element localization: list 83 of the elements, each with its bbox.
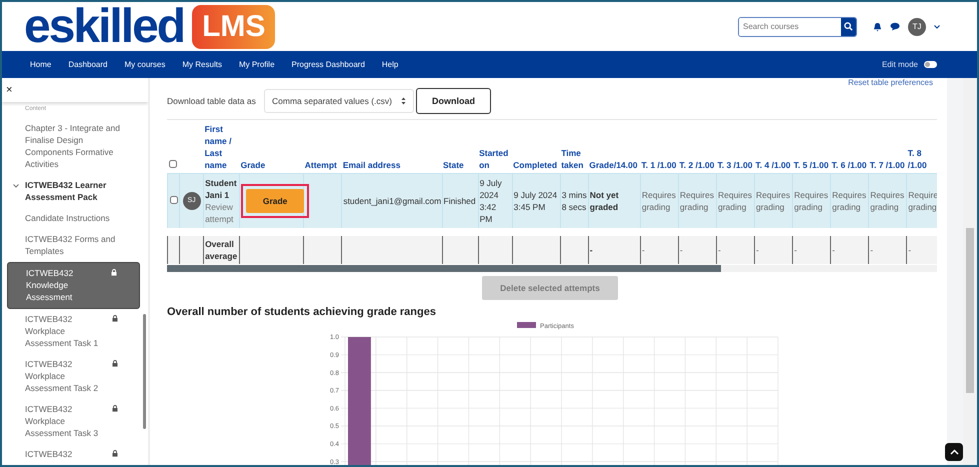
- column-header[interactable]: T. 8 /1.00: [908, 147, 936, 171]
- logo-wordmark: eskilled: [24, 2, 184, 50]
- column-header[interactable]: Attempt: [304, 159, 341, 171]
- sidebar-item[interactable]: ICTWEB432: [7, 444, 140, 465]
- time-taken-cell: 3 mins 8 secs: [562, 190, 587, 212]
- column-header[interactable]: T. 1 /1.00: [641, 159, 678, 171]
- average-mark-cell-text: -: [756, 244, 760, 256]
- grade-button[interactable]: Grade: [246, 189, 304, 213]
- column-header[interactable]: T. 5 /1.00: [794, 159, 830, 171]
- student-name[interactable]: Student Jani 1: [205, 177, 238, 201]
- column-header[interactable]: Time taken: [561, 147, 588, 171]
- chat-icon[interactable]: [890, 22, 900, 31]
- bell-icon[interactable]: [873, 22, 882, 32]
- caret-icon[interactable]: [934, 24, 940, 28]
- lock-icon: [112, 315, 118, 322]
- sidebar-item[interactable]: ICTWEB432 Knowledge Assessment: [7, 262, 140, 309]
- lock-icon: [111, 269, 117, 276]
- edit-mode-toggle[interactable]: [924, 61, 937, 68]
- average-mark-cell-text: -: [642, 244, 646, 256]
- column-header[interactable]: Started on: [479, 147, 512, 171]
- back-to-top-button[interactable]: [945, 443, 963, 461]
- completed-cell: 9 July 2024 3:45 PM: [514, 190, 558, 212]
- download-label: Download table data as: [167, 96, 257, 106]
- download-button[interactable]: Download: [416, 88, 491, 114]
- sidebar-item[interactable]: ICTWEB432 Workplace Assessment Task 3: [7, 399, 140, 444]
- average-mark-cell-text: -: [908, 244, 912, 256]
- nav-link[interactable]: Progress Dashboard: [292, 60, 365, 69]
- column-header[interactable]: State: [443, 159, 478, 171]
- average-mark-cell-text: -: [870, 244, 874, 256]
- horizontal-scrollbar[interactable]: [167, 265, 937, 272]
- email-cell: student_jani1@gmail.com: [343, 196, 442, 206]
- select-arrows-icon: [401, 97, 406, 105]
- chevron-up-icon: [950, 449, 958, 455]
- column-header[interactable]: First name / Last name: [204, 123, 239, 171]
- sidebar-item[interactable]: Candidate Instructions: [7, 208, 140, 229]
- sidebar-section[interactable]: ICTWEB432 Learner Assessment Pack: [7, 175, 140, 208]
- search-icon: [844, 22, 853, 31]
- nav-link[interactable]: Home: [30, 60, 52, 69]
- sidebar-item[interactable]: ICTWEB432 Workplace Assessment Task 1: [7, 309, 140, 354]
- search-button[interactable]: [841, 18, 856, 36]
- sidebar-item[interactable]: ICTWEB432 Forms and Templates: [7, 229, 140, 262]
- average-grade-cell: -: [590, 245, 593, 255]
- close-icon[interactable]: ×: [6, 84, 12, 96]
- average-mark-cell-text: -: [794, 244, 798, 256]
- nav-link[interactable]: Dashboard: [68, 60, 108, 69]
- overall-average-label: Overall average: [205, 239, 238, 261]
- reset-preferences-link[interactable]: Reset table preferences: [848, 78, 933, 87]
- average-mark-cell-text: -: [832, 244, 836, 256]
- state-cell: Finished: [444, 196, 476, 206]
- column-header[interactable]: T. 2 /1.00: [679, 159, 716, 171]
- average-mark-cell-text: -: [718, 244, 722, 256]
- column-header[interactable]: T. 6 /1.00: [832, 159, 868, 171]
- column-header[interactable]: T. 3 /1.00: [717, 159, 754, 171]
- lock-icon: [112, 360, 118, 367]
- chevron-icon: [13, 184, 19, 188]
- lock-icon: [112, 450, 118, 457]
- column-header[interactable]: Grade/14.00: [589, 159, 640, 171]
- sidebar-scrollbar[interactable]: [143, 314, 146, 429]
- edit-mode-label: Edit mode: [882, 60, 918, 69]
- format-select[interactable]: Comma separated values (.csv): [264, 89, 414, 113]
- started-cell: 9 July 2024 3:42 PM: [480, 178, 502, 224]
- column-header[interactable]: T. 7 /1.00: [870, 159, 906, 171]
- lock-icon: [112, 405, 118, 412]
- nav-link[interactable]: My Profile: [238, 60, 275, 69]
- logo-badge: LMS: [192, 4, 276, 48]
- chart-title: Overall number of students achieving grade ranges: [167, 306, 437, 318]
- select-all-checkbox[interactable]: [168, 160, 176, 168]
- search-field[interactable]: Search courses: [738, 16, 857, 36]
- sidebar-item[interactable]: Chapter 3 - Integrate and Finalise Design Components Formative Activities: [7, 118, 140, 175]
- row-checkbox[interactable]: [170, 196, 178, 204]
- sidebar-item[interactable]: ICTWEB432 Workplace Assessment Task 2: [7, 354, 140, 399]
- user-avatar[interactable]: TJ: [908, 18, 926, 36]
- nav-link[interactable]: My Results: [182, 60, 222, 69]
- review-attempt-link[interactable]: Review attempt: [205, 201, 238, 225]
- column-header[interactable]: Completed: [513, 159, 560, 171]
- grade-cell: Not yet graded: [590, 190, 619, 212]
- average-mark-cell-text: -: [680, 244, 684, 256]
- column-header[interactable]: Email address: [342, 159, 441, 171]
- page-scrollbar[interactable]: [963, 78, 977, 465]
- column-header[interactable]: Grade: [240, 159, 303, 171]
- column-header[interactable]: T. 4 /1.00: [756, 159, 792, 171]
- nav-link[interactable]: Help: [382, 60, 398, 69]
- nav-link[interactable]: My courses: [124, 60, 166, 69]
